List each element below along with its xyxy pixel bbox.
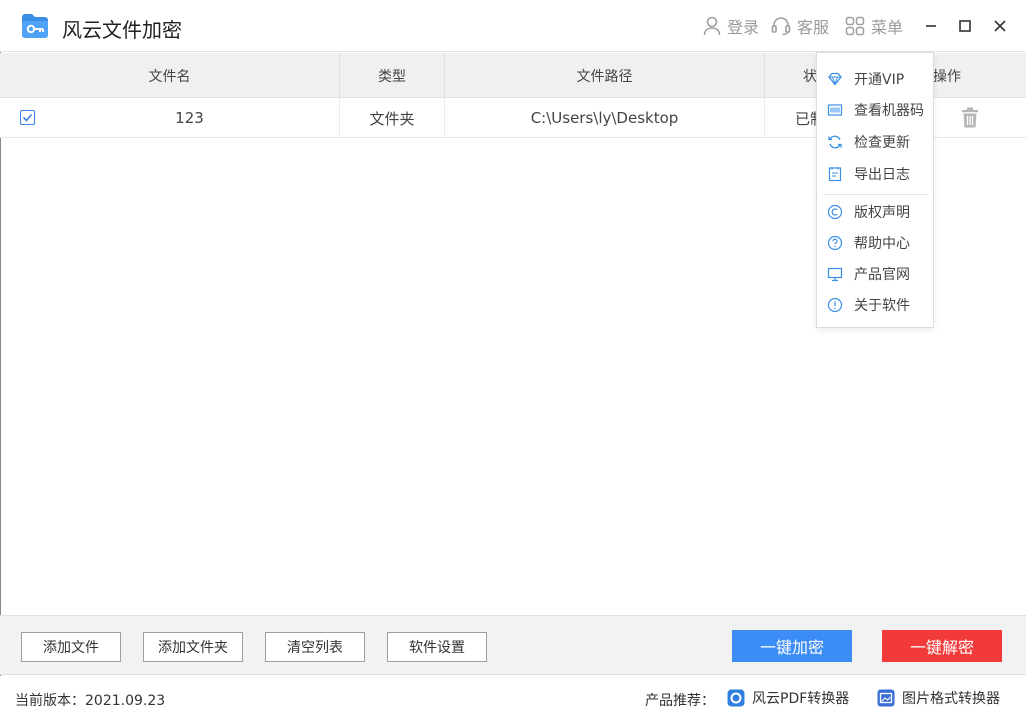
- menu-item-label: 开通VIP: [854, 72, 905, 88]
- minimize-icon: [926, 25, 936, 27]
- trash-icon[interactable]: [958, 106, 982, 130]
- menu-divider: [823, 194, 929, 195]
- column-type: 类型: [340, 53, 445, 98]
- help-icon: [827, 235, 843, 251]
- recommend-label: 产品推荐：: [645, 693, 715, 709]
- barcode-icon: [827, 104, 843, 116]
- bottom-toolbar: 添加文件 添加文件夹 清空列表 软件设置 一键加密 一键解密: [0, 615, 1026, 675]
- app-title: 风云文件加密: [62, 18, 182, 42]
- user-icon: [703, 16, 721, 36]
- monitor-icon: [827, 267, 843, 282]
- service-label: 客服: [797, 18, 830, 37]
- decrypt-button[interactable]: 一键解密: [882, 630, 1002, 662]
- pdf-converter-label: 风云PDF转换器: [752, 691, 850, 707]
- checkmark-icon: [22, 113, 33, 122]
- maximize-button[interactable]: [953, 14, 977, 38]
- menu-item-website[interactable]: 产品官网: [817, 259, 933, 289]
- login-label: 登录: [727, 18, 760, 37]
- row-checkbox[interactable]: [20, 110, 35, 125]
- menu-item-label: 帮助中心: [854, 236, 910, 252]
- add-file-button[interactable]: 添加文件: [21, 632, 121, 662]
- pdf-converter-icon: [727, 689, 745, 707]
- menu-item-label: 产品官网: [854, 267, 910, 283]
- maximize-icon: [959, 20, 971, 32]
- menu-item-label: 导出日志: [854, 167, 910, 183]
- copyright-icon: [827, 204, 843, 220]
- add-folder-button[interactable]: 添加文件夹: [143, 632, 243, 662]
- menu-item-label: 关于软件: [854, 298, 910, 314]
- close-icon: [994, 20, 1006, 32]
- menu-item-export-log[interactable]: 导出日志: [817, 159, 933, 189]
- menu-item-copyright[interactable]: 版权声明: [817, 197, 933, 227]
- row-type: 文件夹: [340, 98, 445, 138]
- menu-item-vip[interactable]: 开通VIP: [817, 64, 933, 94]
- row-filename: 123: [40, 98, 340, 138]
- info-icon: [827, 297, 843, 313]
- pdf-converter-link[interactable]: 风云PDF转换器: [727, 688, 849, 708]
- image-converter-link[interactable]: 图片格式转换器: [877, 688, 1000, 708]
- settings-button[interactable]: 软件设置: [387, 632, 487, 662]
- login-button[interactable]: 登录: [703, 14, 759, 38]
- diamond-icon: [828, 72, 842, 86]
- customer-service-button[interactable]: 客服: [771, 14, 829, 38]
- encrypt-button[interactable]: 一键加密: [732, 630, 852, 662]
- menu-item-about[interactable]: 关于软件: [817, 290, 933, 320]
- column-path: 文件路径: [445, 53, 765, 98]
- menu-item-label: 查看机器码: [854, 103, 924, 119]
- headset-icon: [771, 17, 791, 36]
- menu-item-machine-code[interactable]: 查看机器码: [817, 95, 933, 125]
- menu-item-label: 版权声明: [854, 205, 910, 221]
- row-path: C:\Users\ly\Desktop: [445, 98, 765, 138]
- minimize-button[interactable]: [919, 14, 943, 38]
- grid-icon: [845, 16, 865, 36]
- app-logo-icon: [22, 14, 48, 38]
- image-converter-label: 图片格式转换器: [902, 691, 1000, 707]
- close-button[interactable]: [988, 14, 1012, 38]
- menu-label: 菜单: [871, 18, 904, 37]
- dropdown-menu: 开通VIP 查看机器码 检查更新 导出日志 版权声明 帮助中心 产品官网 关于软…: [816, 52, 934, 328]
- refresh-icon: [828, 135, 842, 149]
- image-converter-icon: [877, 689, 895, 707]
- menu-item-label: 检查更新: [854, 135, 910, 151]
- menu-item-help-center[interactable]: 帮助中心: [817, 228, 933, 258]
- log-icon: [828, 167, 842, 182]
- menu-item-check-update[interactable]: 检查更新: [817, 127, 933, 157]
- menu-button[interactable]: 菜单: [845, 14, 903, 38]
- title-bar: 风云文件加密 登录 客服 菜单: [0, 0, 1026, 52]
- column-filename: 文件名: [0, 53, 340, 98]
- version-label: 当前版本：2021.09.23: [15, 693, 166, 709]
- clear-list-button[interactable]: 清空列表: [265, 632, 365, 662]
- status-bar: 当前版本：2021.09.23 产品推荐： 风云PDF转换器 图片格式转换器: [0, 676, 1026, 720]
